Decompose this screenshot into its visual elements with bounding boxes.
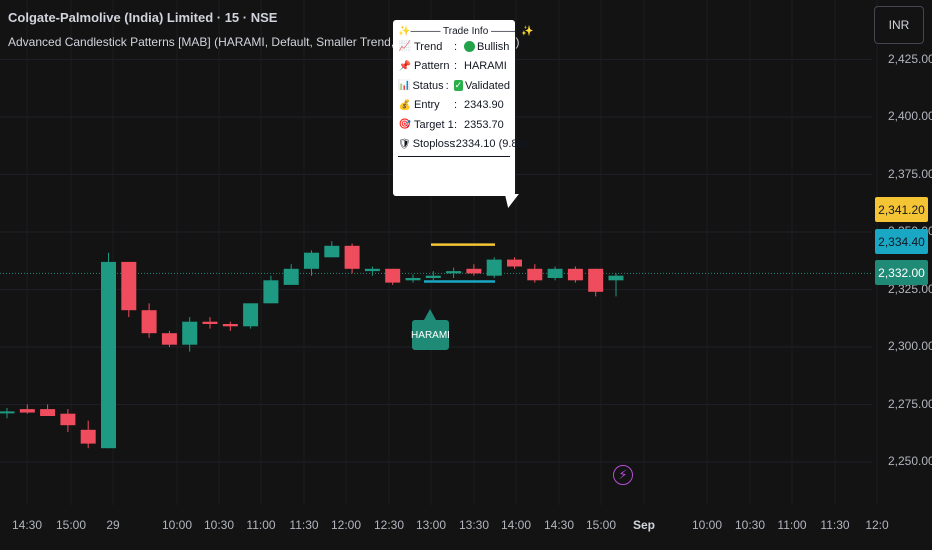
stoploss-value: 2334.10 (9.80) [455, 138, 528, 151]
candle-body [405, 278, 421, 281]
x-tick-label: 29 [106, 518, 120, 532]
candle-body [547, 268, 563, 278]
x-tick-label: 10:30 [203, 518, 235, 532]
trade-row-trend: 📈 Trend : Bullish [398, 40, 510, 53]
trade-info-panel: ✨——— Trade Info ———✨ 📈 Trend : Bullish 📌… [393, 20, 534, 208]
target-label: Target 1 [414, 118, 454, 131]
x-tick-label: 14:00 [500, 518, 532, 532]
y-tick-label: 2,400.00 [888, 109, 932, 123]
candle-body [527, 268, 543, 281]
candle-body [507, 259, 522, 267]
trend-label: Trend [414, 40, 443, 53]
shield-icon: 🛡 [398, 138, 411, 150]
candle-body [202, 321, 218, 324]
y-tick-label: 2,300.00 [888, 339, 932, 353]
x-tick-label: 10:00 [691, 518, 723, 532]
candle-body [101, 261, 116, 449]
x-tick-label: 15:00 [55, 518, 87, 532]
candle-body [324, 245, 340, 258]
x-tick-label: 11:00 [777, 518, 807, 532]
trade-info-title: ✨——— Trade Info ———✨ [398, 26, 534, 37]
last-price-label: 2,332.00 [875, 260, 928, 285]
status-value: Validated [464, 79, 511, 92]
candle-body [385, 268, 401, 283]
trade-info-footer-line [398, 156, 510, 157]
candle-body [40, 409, 56, 416]
candle-body [141, 310, 157, 334]
x-tick-label: 15:00 [585, 518, 617, 532]
candle-body [263, 280, 279, 304]
candle-body [283, 268, 299, 285]
stoploss-label: Stoploss [412, 138, 455, 151]
lightning-icon[interactable]: ⚡ [613, 465, 633, 485]
x-tick-label: 13:30 [458, 518, 490, 532]
x-tick-label: 12:00 [330, 518, 362, 532]
y-tick-label: 2,425.00 [888, 51, 932, 66]
candle-body [425, 275, 441, 278]
x-tick-label: 11:30 [820, 518, 850, 532]
target-price-label: 2,341.20 [875, 197, 928, 222]
candle-body [60, 413, 76, 426]
candle-body [222, 324, 238, 327]
entry-label: Entry [414, 99, 440, 112]
target-icon: 🎯 [398, 119, 412, 131]
green-circle-icon [464, 41, 475, 53]
x-tick-label: 11:00 [246, 518, 276, 532]
candle-body [304, 252, 319, 269]
candle-body [588, 268, 604, 292]
entry-value: 2343.90 [464, 99, 504, 112]
pattern-arrow-icon [424, 309, 436, 320]
x-tick-label: 10:00 [161, 518, 193, 532]
y-tick-label: 2,250.00 [888, 454, 932, 468]
candle-body [486, 259, 502, 276]
bar-chart-icon: 📊 [398, 80, 411, 92]
candle-body [364, 268, 380, 272]
target-value: 2353.70 [464, 118, 504, 131]
candle-body [344, 245, 360, 269]
x-tick-label: 11:30 [289, 518, 319, 532]
x-tick-label: 14:30 [543, 518, 575, 532]
candle-body [446, 271, 462, 274]
candle-body [182, 321, 198, 345]
candle-body [466, 268, 482, 274]
trade-row-stoploss: 🛡 Stoploss : 2334.10 (9.80) [398, 138, 528, 151]
trade-row-status: 📊 Status : ✓ Validated [398, 79, 511, 92]
x-tick-label: 14:30 [11, 518, 43, 532]
symbol-title[interactable]: Colgate-Palmolive (India) Limited · 15 ·… [8, 10, 277, 25]
candle-body [608, 275, 624, 281]
candle-body [80, 429, 96, 444]
status-label: Status [412, 79, 444, 92]
candle-body [0, 411, 15, 414]
pattern-value: HARAMI [464, 60, 507, 73]
check-icon: ✓ [453, 80, 463, 92]
x-tick-label: Sep [632, 518, 656, 532]
trend-value: Bullish [477, 40, 510, 53]
x-tick-label: 12:0 [865, 518, 889, 532]
x-tick-label: 13:00 [415, 518, 447, 532]
harami-pattern-label[interactable]: HARAMI [411, 320, 450, 350]
x-tick-label: 12:30 [373, 518, 405, 532]
y-tick-label: 2,375.00 [888, 166, 932, 181]
stop-price-label: 2,334.40 [875, 229, 928, 254]
chart-up-icon: 📈 [398, 41, 412, 53]
pin-icon: 📌 [398, 60, 412, 72]
y-tick-label: 2,275.00 [888, 396, 932, 411]
x-tick-label: 10:30 [734, 518, 766, 532]
trade-row-target: 🎯 Target 1 : 2353.70 [398, 118, 504, 131]
candle-body [161, 333, 177, 345]
candle-body [19, 409, 35, 413]
trade-row-entry: 💰 Entry : 2343.90 [398, 99, 504, 112]
pattern-label: Pattern [414, 60, 450, 73]
trade-row-pattern: 📌 Pattern : HARAMI [398, 60, 507, 73]
candle-body [243, 303, 259, 327]
candlestick-series [0, 241, 624, 449]
candle-body [567, 268, 583, 281]
candle-body [121, 261, 137, 311]
money-bag-icon: 💰 [398, 99, 412, 111]
currency-button[interactable]: INR [874, 6, 924, 44]
